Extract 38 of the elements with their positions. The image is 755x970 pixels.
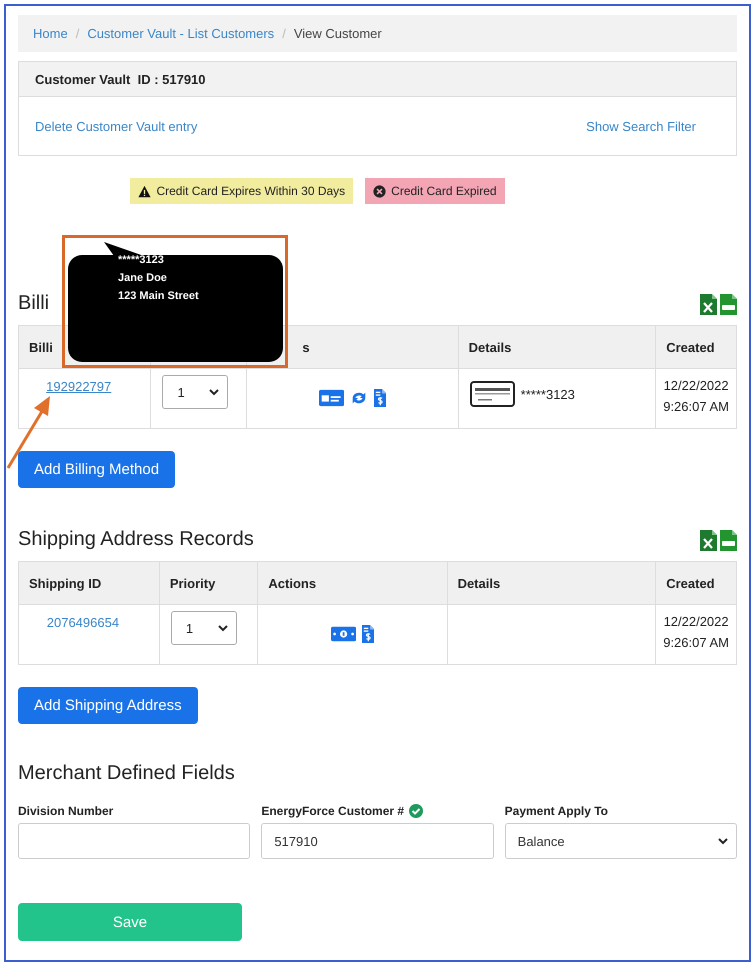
search-filter-link[interactable]: Show Search Filter <box>586 118 696 134</box>
breadcrumb-separator: / <box>76 26 80 41</box>
section-title: Shipping Address Records <box>18 528 254 551</box>
add-button[interactable]: Add Shipping Address <box>18 687 198 724</box>
field-label: Division Number <box>18 804 114 818</box>
column-header: Details <box>447 562 656 604</box>
tooltip-text: Jane Doe <box>118 272 168 284</box>
card-number: *****3123 <box>520 386 575 402</box>
column-header: Actions <box>258 562 448 604</box>
section-title: Billi <box>18 292 50 315</box>
breadcrumb-separator: / <box>282 26 286 41</box>
tooltip-text: 123 Main Street <box>118 290 200 302</box>
vault-id-title: Customer Vault ID : 517910 <box>19 62 736 97</box>
input-field[interactable]: 517910 <box>261 823 494 859</box>
column-header: Shipping ID <box>18 562 160 604</box>
created-date: 12/22/2022 9:26:07 AM <box>662 377 730 416</box>
save-button[interactable]: Save <box>18 903 242 941</box>
column-header: Created <box>656 326 736 368</box>
section-title: Merchant Defined Fields <box>18 762 236 785</box>
breadcrumb-link[interactable]: Home <box>33 26 68 41</box>
field-label: Payment Apply To <box>504 804 608 818</box>
field-label: EnergyForce Customer # <box>261 804 404 818</box>
add-button[interactable]: Add Billing Method <box>18 451 176 488</box>
tooltip-text: *****3123 <box>118 254 165 266</box>
breadcrumb-link[interactable]: Customer Vault - List Customers <box>87 26 274 41</box>
column-header: Details <box>458 326 656 368</box>
breadcrumb-current: View Customer <box>294 26 382 41</box>
column-header: Created <box>656 562 736 604</box>
record-id-link[interactable]: 2076496654 <box>20 615 158 630</box>
column-header: Priority <box>159 562 258 604</box>
delete-link[interactable]: Delete Customer Vault entry <box>35 118 198 134</box>
select-field[interactable]: Balance <box>504 823 737 859</box>
created-date: 12/22/2022 9:26:07 AM <box>662 613 730 652</box>
priority-select[interactable]: 1 <box>170 611 237 645</box>
priority-select[interactable]: 1 <box>162 375 228 409</box>
status-badge: Credit Card Expired <box>365 178 505 204</box>
status-badge: Credit Card Expires Within 30 Days <box>130 178 354 204</box>
record-id-link[interactable]: 192922797 <box>20 379 150 394</box>
